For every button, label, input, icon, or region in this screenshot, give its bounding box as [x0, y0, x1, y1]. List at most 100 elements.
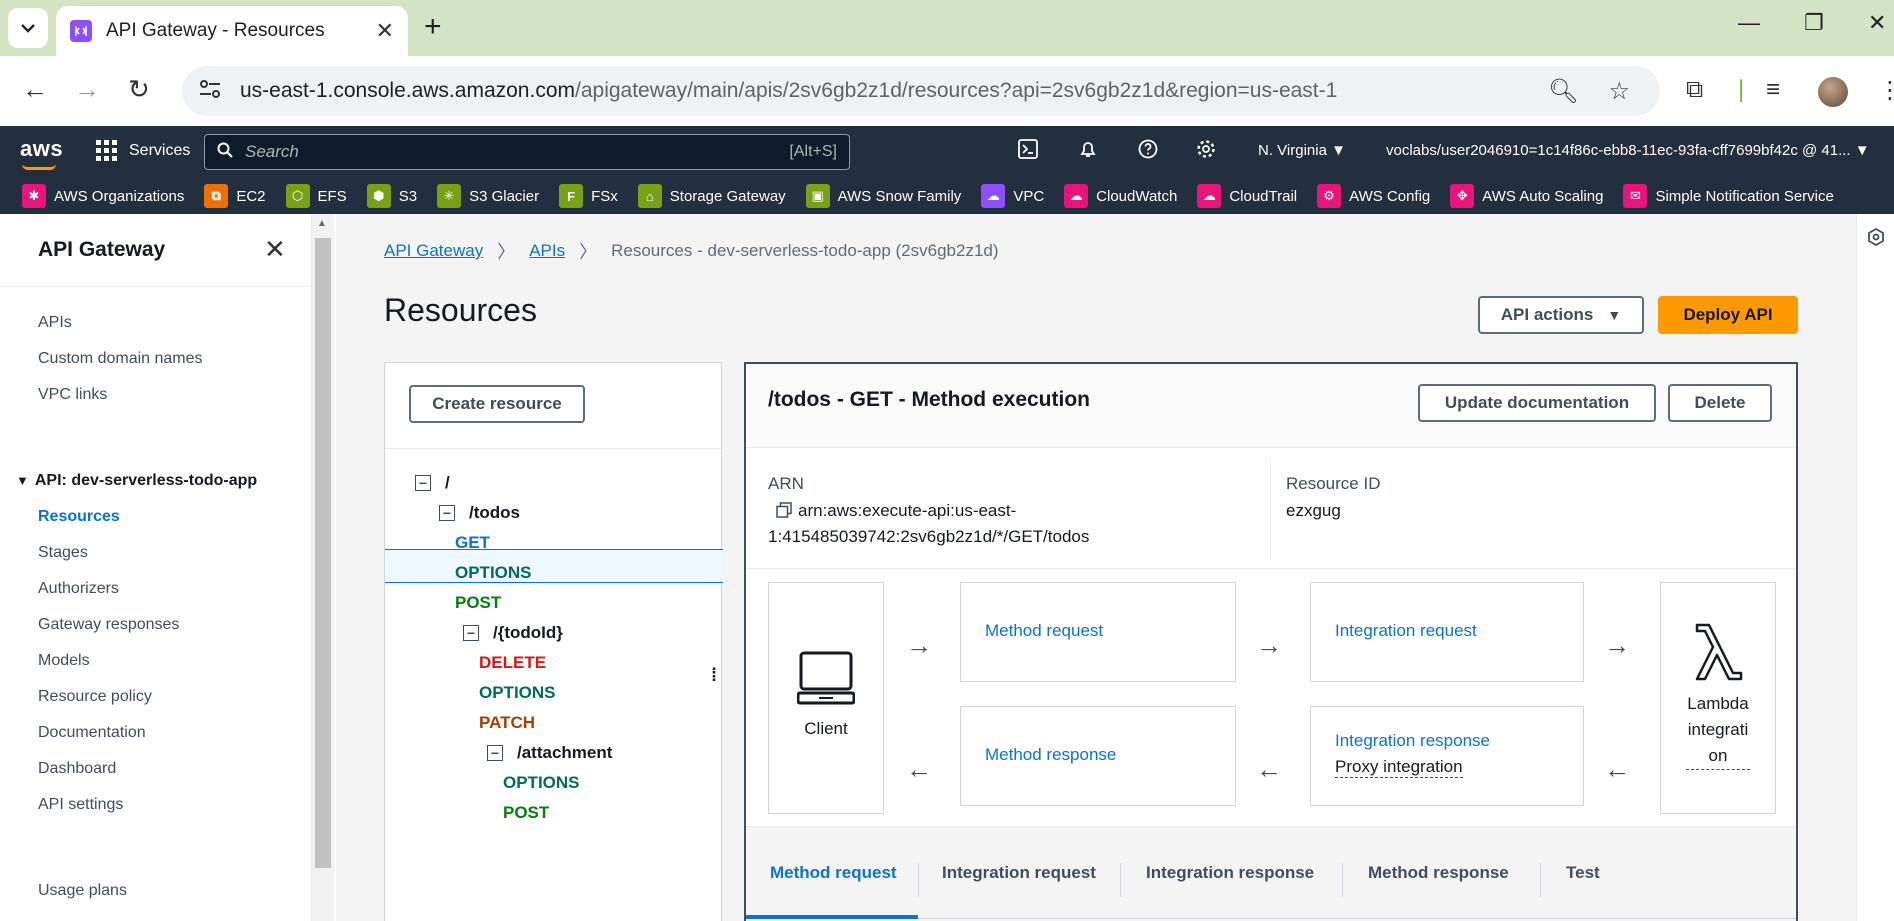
proxy-integration-label[interactable]: Proxy integration — [1335, 757, 1463, 778]
favorite-efs[interactable]: ⬡ EFS — [285, 184, 347, 208]
back-icon[interactable]: ← — [22, 74, 48, 105]
aws-search-box[interactable]: [Alt+S] — [204, 134, 850, 170]
sidebar-item-authorizers[interactable]: Authorizers — [38, 580, 119, 598]
close-sidebar-icon[interactable]: ✕ — [264, 234, 286, 265]
method-response-link[interactable]: Method response — [985, 745, 1116, 765]
favorite-s3-glacier[interactable]: ✳ S3 Glacier — [437, 184, 539, 208]
tab-method-request[interactable]: Method request — [770, 863, 897, 883]
copy-icon[interactable] — [776, 502, 792, 523]
region-selector[interactable]: N. Virginia ▼ — [1258, 142, 1346, 159]
method-request-link[interactable]: Method request — [985, 621, 1103, 641]
sidebar-api-group[interactable]: ▼ API: dev-serverless-todo-app — [16, 472, 257, 490]
api-actions-button[interactable]: API actions ▼ — [1478, 296, 1644, 334]
forward-icon[interactable]: → — [74, 74, 100, 105]
delete-button[interactable]: Delete — [1668, 384, 1772, 422]
sidebar-item-api-settings[interactable]: API settings — [38, 796, 123, 814]
tree-method-post[interactable]: POST — [455, 593, 501, 613]
close-tab-icon[interactable]: ✕ — [376, 18, 394, 44]
new-tab-icon[interactable]: + — [424, 10, 442, 44]
tree-resource[interactable]: −/todos — [439, 503, 520, 523]
sidebar-item-resource-policy[interactable]: Resource policy — [38, 688, 152, 706]
sidebar-item-apis[interactable]: APIs — [38, 314, 72, 332]
favorite-simple-notification-service[interactable]: ✉ Simple Notification Service — [1623, 184, 1834, 208]
breadcrumb-apis[interactable]: APIs — [529, 241, 565, 261]
profile-avatar[interactable] — [1818, 77, 1848, 107]
favorite-ec2[interactable]: ⧉ EC2 — [204, 184, 266, 208]
favorite-aws-auto-scaling[interactable]: ✥ AWS Auto Scaling — [1450, 184, 1603, 208]
sidebar-item-custom-domain-names[interactable]: Custom domain names — [38, 350, 203, 368]
favorite-cloudtrail[interactable]: ☁ CloudTrail — [1197, 184, 1297, 208]
tree-resource[interactable]: − / — [415, 473, 450, 493]
tree-method-patch[interactable]: PATCH — [479, 713, 535, 733]
restore-icon[interactable]: ❐ — [1804, 10, 1824, 36]
create-resource-button[interactable]: Create resource — [409, 385, 585, 423]
integration-request-link[interactable]: Integration request — [1335, 621, 1477, 641]
tools-panel-icon[interactable] — [1867, 227, 1885, 251]
favorite-storage-gateway[interactable]: ⌂ Storage Gateway — [637, 184, 786, 208]
sidebar-item-resources[interactable]: Resources — [38, 508, 120, 526]
tab-integration-response[interactable]: Integration response — [1146, 863, 1314, 883]
notifications-bell-icon[interactable] — [1078, 139, 1098, 165]
reload-icon[interactable]: ↻ — [128, 74, 150, 105]
media-controls-icon[interactable]: ≡ — [1766, 76, 1780, 104]
method-response-card[interactable]: Method response — [960, 706, 1236, 806]
help-icon[interactable] — [1138, 139, 1158, 165]
lambda-label[interactable]: Lambda integrati on — [1661, 691, 1775, 770]
method-request-card[interactable]: Method request — [960, 582, 1236, 682]
tab-test[interactable]: Test — [1566, 863, 1600, 883]
sidebar-item-usage-plans[interactable]: Usage plans — [38, 882, 127, 900]
tree-resource[interactable]: −/attachment — [487, 743, 612, 763]
integration-request-card[interactable]: Integration request — [1310, 582, 1584, 682]
breadcrumb-api-gateway[interactable]: API Gateway — [384, 241, 483, 261]
tab-method-response[interactable]: Method response — [1368, 863, 1509, 883]
favorite-aws-snow-family[interactable]: ▣ AWS Snow Family — [805, 184, 961, 208]
collapse-icon[interactable]: − — [415, 475, 431, 491]
minimize-icon[interactable]: — — [1738, 10, 1760, 36]
tree-resource[interactable]: −/{todoId} — [463, 623, 563, 643]
favorite-vpc[interactable]: ☁ VPC — [981, 184, 1044, 208]
account-menu[interactable]: voclabs/user2046910=1c14f86c-ebb8-11ec-9… — [1386, 142, 1870, 159]
cloudshell-icon[interactable] — [1018, 139, 1038, 165]
favorite-cloudwatch[interactable]: ☁ CloudWatch — [1064, 184, 1177, 208]
deploy-api-button[interactable]: Deploy API — [1658, 296, 1798, 334]
browser-tab-active[interactable]: API Gateway - Resources ✕ — [56, 6, 408, 56]
search-input[interactable] — [245, 142, 790, 162]
collapse-icon[interactable]: − — [487, 745, 503, 761]
aws-logo[interactable]: aws — [20, 136, 63, 162]
extensions-icon[interactable]: ⧉ — [1686, 76, 1703, 104]
favorite-s3[interactable]: ⬢ S3 — [366, 184, 417, 208]
settings-gear-icon[interactable] — [1196, 139, 1216, 165]
sidebar-item-vpc-links[interactable]: VPC links — [38, 386, 107, 404]
collapse-icon[interactable]: − — [463, 625, 479, 641]
services-menu[interactable]: Services — [96, 140, 190, 161]
scroll-up-icon[interactable]: ▲ — [317, 218, 327, 229]
tab-search-button[interactable] — [8, 8, 48, 48]
address-bar[interactable]: us-east-1.console.aws.amazon.com/apigate… — [182, 66, 1660, 116]
sidebar-item-stages[interactable]: Stages — [38, 544, 88, 562]
bookmark-star-icon[interactable]: ☆ — [1608, 77, 1630, 106]
tree-method-options[interactable]: OPTIONS — [503, 773, 580, 793]
integration-response-card[interactable]: Integration response Proxy integration — [1310, 706, 1584, 806]
sidebar-item-documentation[interactable]: Documentation — [38, 724, 146, 742]
sidebar-item-models[interactable]: Models — [38, 652, 90, 670]
tree-method-post[interactable]: POST — [503, 803, 549, 823]
tree-method-options[interactable]: OPTIONS — [455, 563, 532, 583]
sidebar-item-dashboard[interactable]: Dashboard — [38, 760, 116, 778]
tree-method-get[interactable]: GET — [455, 533, 490, 553]
tree-method-options[interactable]: OPTIONS — [479, 683, 556, 703]
resize-handle-icon[interactable]: ⁞ — [711, 665, 717, 686]
sidebar-item-gateway-responses[interactable]: Gateway responses — [38, 616, 179, 634]
scrollbar-thumb[interactable] — [315, 238, 331, 868]
tab-integration-request[interactable]: Integration request — [942, 863, 1096, 883]
integration-response-link[interactable]: Integration response — [1335, 731, 1490, 751]
favorite-aws-config[interactable]: ⚙ AWS Config — [1317, 184, 1430, 208]
close-window-icon[interactable]: ✕ — [1868, 10, 1886, 36]
collapse-icon[interactable]: − — [439, 505, 455, 521]
update-documentation-button[interactable]: Update documentation — [1418, 384, 1656, 422]
sidebar-scrollbar[interactable]: ▲ — [312, 214, 334, 921]
tree-method-delete[interactable]: DELETE — [479, 653, 546, 673]
zoom-icon[interactable]: 🔍︎ — [1548, 77, 1578, 106]
browser-menu-icon[interactable]: ⋮ — [1878, 76, 1894, 105]
favorite-aws-organizations[interactable]: ✱ AWS Organizations — [22, 184, 184, 208]
site-info-icon[interactable] — [198, 79, 226, 104]
